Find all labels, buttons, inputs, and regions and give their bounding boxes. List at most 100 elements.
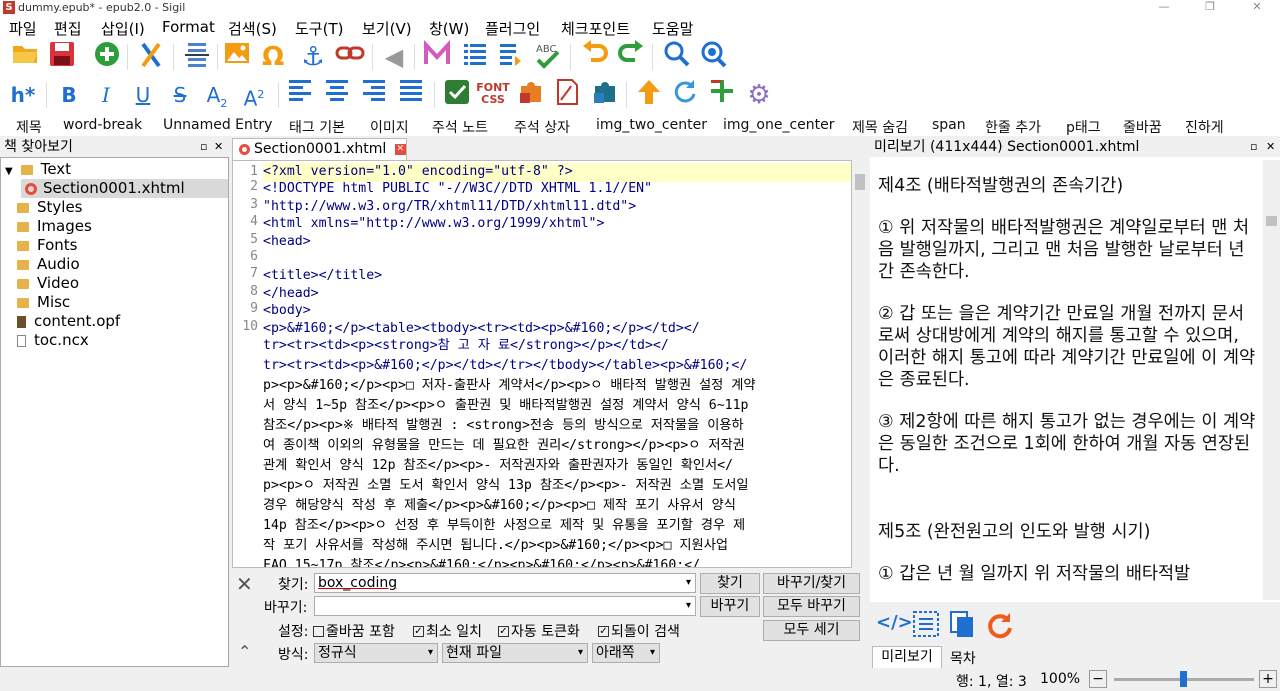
opt-dotall-checkbox[interactable]: 줄바꿈 포함 [313, 621, 395, 641]
clip-item[interactable]: 주석 상자 [514, 117, 570, 137]
inspect-icon[interactable] [912, 610, 940, 642]
clip-item[interactable]: span [932, 117, 966, 133]
redo-icon[interactable] [614, 40, 648, 74]
opt-minimal-checkbox[interactable]: ✓ 최소 일치 [413, 621, 482, 641]
direction-select[interactable]: 아래쪽 ▾ [592, 643, 660, 663]
count-all-button[interactable]: 모두 세기 [763, 620, 860, 641]
clip-item[interactable]: word-break [63, 117, 142, 133]
zoom-out-button[interactable]: − [1089, 670, 1107, 688]
editor-scrollbar[interactable] [853, 160, 867, 568]
menu-view[interactable]: 보기(V) [362, 18, 412, 39]
folder-styles[interactable]: Styles [17, 198, 83, 217]
minimize-button[interactable]: — [1141, 0, 1187, 16]
scrollbar-thumb[interactable] [1266, 216, 1277, 226]
italic-button[interactable]: I [89, 78, 123, 112]
subscript-button[interactable]: A2 [200, 78, 234, 112]
tab-toc[interactable]: 목차 [950, 648, 976, 668]
code-editor[interactable]: 1 2 3 4 5 6 7 8 9 10 <?xml version="1.0"… [232, 160, 852, 568]
menu-file[interactable]: 파일 [9, 18, 37, 39]
tab-preview[interactable]: 미리보기 [872, 646, 942, 668]
heading-dropdown-icon[interactable]: h* [6, 78, 40, 112]
zoom-in-button[interactable]: + [1259, 670, 1277, 688]
folder-audio[interactable]: Audio [17, 255, 80, 274]
menu-window[interactable]: 창(W) [429, 18, 469, 39]
add-plugin-icon[interactable] [705, 78, 739, 112]
maximize-button[interactable]: ❐ [1187, 0, 1233, 16]
mode-select[interactable]: 정규식 ▾ [314, 643, 438, 663]
close-panel-icon[interactable]: ✕ [214, 137, 223, 157]
clip-item[interactable]: 태그 기본 [289, 117, 345, 137]
file-toc-ncx[interactable]: toc.ncx [17, 331, 89, 350]
close-panel-icon[interactable]: ✕ [1266, 137, 1275, 157]
replace-input[interactable]: ▾ [314, 596, 696, 616]
back-arrow-icon[interactable]: ◀ [377, 40, 411, 74]
reload-preview-icon[interactable] [984, 610, 1014, 644]
menu-help[interactable]: 도움말 [652, 18, 693, 39]
folder-video[interactable]: Video [17, 274, 79, 293]
menu-tools[interactable]: 도구(T) [295, 18, 343, 39]
menu-format[interactable]: Format [162, 18, 215, 36]
font-css-icon[interactable]: FONT CSS [476, 78, 510, 112]
opt-wrap-checkbox[interactable]: ✓ 되돌이 검색 [598, 621, 680, 641]
replace-all-button[interactable]: 모두 바꾸기 [763, 596, 860, 617]
bold-button[interactable]: B [52, 78, 86, 112]
clip-item[interactable]: img_one_center [723, 117, 835, 133]
file-content-opf[interactable]: content.opf [17, 312, 120, 331]
plugin-5-icon[interactable] [588, 78, 622, 112]
validate-epub-icon[interactable] [440, 78, 474, 112]
replace-find-button[interactable]: 바꾸기/찾기 [763, 573, 860, 594]
align-justify-icon[interactable] [394, 78, 428, 112]
replace-button[interactable]: 바꾸기 [700, 596, 760, 617]
clip-item[interactable]: 이미지 [370, 117, 409, 137]
editor-tab[interactable]: Section0001.xhtml ✕ [232, 138, 407, 160]
save-icon[interactable] [45, 40, 79, 74]
superscript-button[interactable]: A2 [237, 78, 271, 112]
opt-tokenise-checkbox[interactable]: ✓ 자동 토큰화 [498, 621, 580, 641]
find-button[interactable]: 찾기 [700, 573, 760, 594]
preview-scrollbar[interactable] [1263, 160, 1280, 600]
search-icon[interactable] [660, 40, 694, 74]
settings-gear-icon[interactable]: ⚙ [742, 78, 776, 112]
clip-item[interactable]: 한줄 추가 [985, 117, 1041, 137]
align-center-icon[interactable] [320, 78, 354, 112]
folder-fonts[interactable]: Fonts [17, 236, 77, 255]
open-folder-icon[interactable] [8, 40, 42, 74]
generate-toc-icon[interactable] [494, 40, 528, 74]
menu-insert[interactable]: 삽입(I) [101, 18, 145, 39]
link-icon[interactable] [333, 40, 367, 74]
strikethrough-button[interactable]: S [163, 78, 197, 112]
close-tab-icon[interactable]: ✕ [394, 143, 406, 155]
clip-item[interactable]: 진하게 [1185, 117, 1224, 137]
clip-item[interactable]: Unnamed Entry [163, 117, 272, 133]
up-arrow-icon[interactable] [632, 78, 666, 112]
cut-icon[interactable] [134, 40, 168, 74]
clip-item[interactable]: 주석 노트 [432, 117, 488, 137]
folder-images[interactable]: Images [17, 217, 92, 236]
plugin-3-icon[interactable] [514, 78, 548, 112]
code-view-icon[interactable]: </> [876, 612, 913, 638]
align-left-icon[interactable] [283, 78, 317, 112]
clip-item[interactable]: 제목 숨김 [852, 117, 908, 137]
float-panel-icon[interactable]: ▫ [200, 137, 207, 157]
search-replace-icon[interactable] [696, 40, 730, 74]
anchor-icon[interactable]: ⚓ [296, 40, 330, 74]
underline-button[interactable]: U [126, 78, 160, 112]
file-section0001[interactable]: Section0001.xhtml [21, 179, 228, 198]
spellcheck-icon[interactable]: ABC [530, 40, 564, 74]
float-panel-icon[interactable]: ▫ [1250, 137, 1257, 157]
find-input[interactable]: box_coding ▾ [314, 573, 696, 593]
folder-misc[interactable]: Misc [17, 293, 70, 312]
menu-checkpoint[interactable]: 체크포인트 [561, 18, 630, 39]
pdf-plugin-icon[interactable] [550, 78, 584, 112]
refresh-icon[interactable] [668, 78, 702, 112]
menu-plugins[interactable]: 플러그인 [485, 18, 540, 39]
clip-item[interactable]: img_two_center [596, 117, 707, 133]
menu-search[interactable]: 검색(S) [228, 18, 277, 39]
scope-select[interactable]: 현재 파일 ▾ [442, 643, 588, 663]
menu-edit[interactable]: 편집 [54, 18, 82, 39]
split-icon[interactable] [180, 40, 214, 74]
metadata-icon[interactable] [420, 39, 454, 74]
special-char-icon[interactable]: Ω [256, 40, 290, 74]
insert-image-icon[interactable] [220, 40, 254, 74]
copy-icon[interactable] [948, 610, 976, 642]
